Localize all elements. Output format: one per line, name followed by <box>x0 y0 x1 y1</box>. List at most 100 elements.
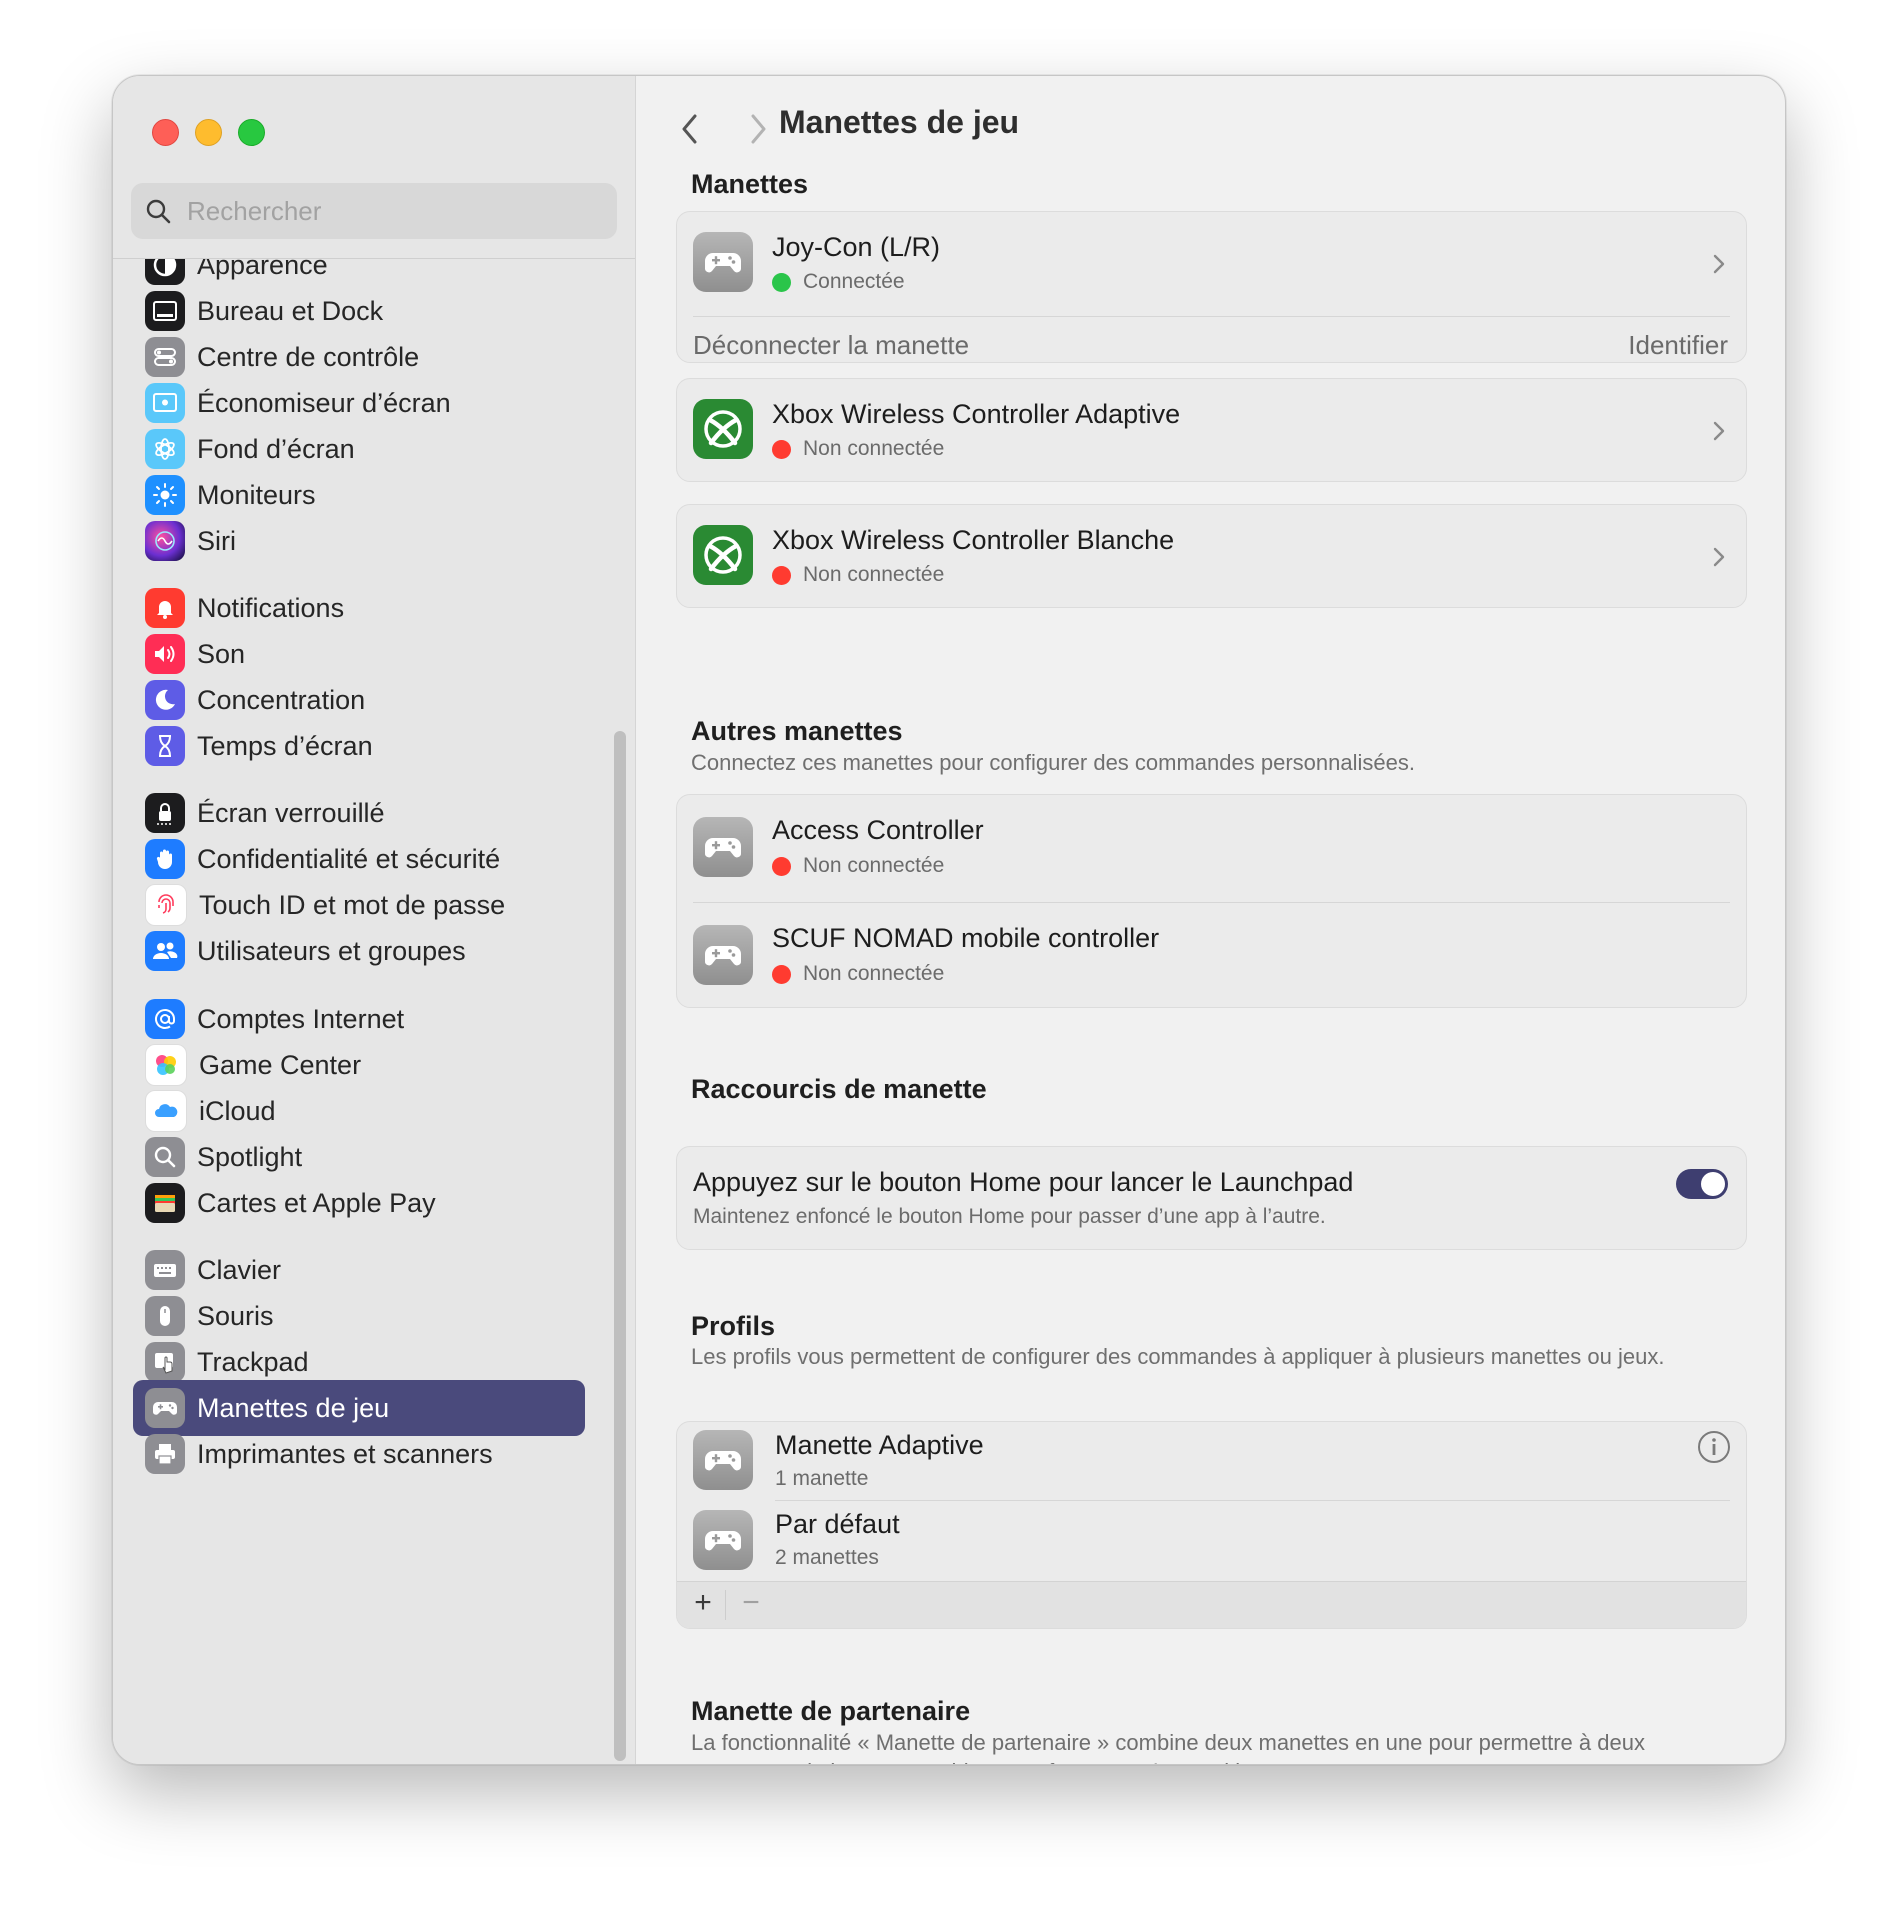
users-icon <box>145 931 185 971</box>
shortcut-card: Appuyez sur le bouton Home pour lancer l… <box>676 1146 1747 1250</box>
controller-status: Connectée <box>772 270 905 294</box>
bell-icon <box>145 588 185 628</box>
gamepad-icon <box>145 1388 185 1428</box>
button-separator <box>725 1590 726 1620</box>
keyboard-icon <box>145 1250 185 1290</box>
sidebar-item-label: Apparence <box>197 259 328 280</box>
sidebar-item-label: Game Center <box>199 1049 362 1080</box>
moon-icon <box>145 680 185 720</box>
identify-button[interactable]: Identifier <box>1628 330 1728 361</box>
minimize-window-button[interactable] <box>195 119 222 146</box>
sidebar-item-label: Utilisateurs et groupes <box>197 935 466 966</box>
sidebar-item-label: Spotlight <box>197 1141 303 1172</box>
controller-row[interactable]: Joy-Con (L/R) Connectée <box>677 212 1746 316</box>
profiles-card: Manette Adaptive 1 manette Par défaut 2 … <box>676 1421 1747 1629</box>
gamepad-icon <box>693 925 753 985</box>
section-title-manettes: Manettes <box>691 169 809 199</box>
controller-name: Joy-Con (L/R) <box>772 232 941 262</box>
disconnect-controller-button[interactable]: Déconnecter la manette <box>693 330 969 361</box>
mouse-icon <box>145 1296 185 1336</box>
sidebar-item-utilisateurs[interactable]: Utilisateurs et groupes <box>133 923 585 979</box>
sidebar-item-label: Économiseur d’écran <box>197 387 451 418</box>
search-icon <box>146 199 171 224</box>
row-separator <box>693 316 1730 317</box>
status-dot-disconnected <box>772 964 791 984</box>
dock-icon <box>145 291 185 331</box>
section-subtitle-profils: Les profils vous permettent de configure… <box>691 1344 1665 1369</box>
sidebar-item-label: Écran verrouillé <box>197 797 385 828</box>
controller-name: Xbox Wireless Controller Adaptive <box>772 399 1181 429</box>
section-title-partenaire: Manette de partenaire <box>691 1696 971 1726</box>
sidebar-item-label: Bureau et Dock <box>197 295 384 326</box>
controller-status: Non connectée <box>772 437 944 461</box>
sidebar-item-label: Trackpad <box>197 1346 309 1377</box>
magnifier-icon <box>145 1137 185 1177</box>
sidebar-item-label: Souris <box>197 1300 274 1331</box>
shortcut-title: Appuyez sur le bouton Home pour lancer l… <box>693 1167 1354 1197</box>
control-center-icon <box>145 337 185 377</box>
chevron-right-icon <box>1713 254 1725 274</box>
sidebar-scrollbar[interactable] <box>614 731 626 1761</box>
info-icon[interactable] <box>1697 1430 1731 1464</box>
search-input[interactable] <box>185 194 589 228</box>
controller-status-label: Non connectée <box>803 563 945 586</box>
sidebar-item-imprimantes[interactable]: Imprimantes et scanners <box>133 1426 585 1482</box>
toggle-knob <box>1701 1172 1725 1196</box>
hourglass-icon <box>145 726 185 766</box>
close-window-button[interactable] <box>152 119 179 146</box>
settings-window: Apparence Bureau et Dock Centre de contr… <box>112 75 1786 1765</box>
cloud-icon <box>145 1090 187 1132</box>
controller-name: SCUF NOMAD mobile controller <box>772 923 1160 953</box>
sidebar-item-label: Notifications <box>197 592 345 623</box>
at-icon <box>145 999 185 1039</box>
shortcut-subtitle: Maintenez enfoncé le bouton Home pour pa… <box>693 1205 1326 1228</box>
sidebar-item-label: Moniteurs <box>197 479 316 510</box>
speaker-icon <box>145 634 185 674</box>
profile-row[interactable]: Manette Adaptive 1 manette <box>677 1422 1746 1500</box>
profile-row[interactable]: Par défaut 2 manettes <box>677 1501 1746 1581</box>
controller-status: Non connectée <box>772 962 944 986</box>
sidebar-item-siri[interactable]: Siri <box>133 513 585 569</box>
sidebar-item-cartes-apple-pay[interactable]: Cartes et Apple Pay <box>133 1175 585 1231</box>
screensaver-icon <box>145 383 185 423</box>
gamepad-icon <box>693 817 753 877</box>
sidebar-item-label: Concentration <box>197 684 366 715</box>
controller-status-label: Non connectée <box>803 854 945 877</box>
gamepad-icon <box>693 1430 753 1490</box>
sidebar-item-label: Touch ID et mot de passe <box>199 889 506 920</box>
sidebar-item-label: Son <box>197 638 246 669</box>
other-controller-row[interactable]: Access Controller Non connectée <box>677 795 1746 902</box>
add-profile-button[interactable]: + <box>685 1586 721 1620</box>
sidebar-item-label: Confidentialité et sécurité <box>197 843 501 874</box>
status-dot-connected <box>772 272 791 292</box>
controller-name: Xbox Wireless Controller Blanche <box>772 525 1175 555</box>
xbox-logo-icon <box>693 525 753 585</box>
fingerprint-icon <box>145 884 187 926</box>
search-field[interactable] <box>131 183 617 239</box>
status-dot-disconnected <box>772 856 791 876</box>
controller-status: Non connectée <box>772 563 944 587</box>
controller-status-label: Non connectée <box>803 962 945 985</box>
status-dot-disconnected <box>772 439 791 459</box>
controller-card-xbox-blanche[interactable]: Xbox Wireless Controller Blanche Non con… <box>676 504 1747 608</box>
gamepad-icon <box>693 1510 753 1570</box>
displays-icon <box>145 475 185 515</box>
status-dot-disconnected <box>772 565 791 585</box>
profile-name: Manette Adaptive <box>775 1430 984 1460</box>
remove-profile-button[interactable]: − <box>733 1586 769 1620</box>
other-controller-row[interactable]: SCUF NOMAD mobile controller Non connect… <box>677 903 1746 1007</box>
sidebar-list: Apparence Bureau et Dock Centre de contr… <box>113 259 635 1764</box>
section-title-profils: Profils <box>691 1311 776 1341</box>
launchpad-toggle[interactable] <box>1676 1169 1728 1199</box>
zoom-window-button[interactable] <box>238 119 265 146</box>
content-area: Manettes Joy-Con (L/R) Connectée Déconne… <box>636 76 1785 1764</box>
main-pane: Manettes de jeu Manettes Joy-Con (L/R) C… <box>636 76 1785 1764</box>
lock-icon <box>145 793 185 833</box>
sidebar-item-label: Manettes de jeu <box>197 1392 390 1423</box>
profile-name: Par défaut <box>775 1509 900 1539</box>
siri-icon <box>145 521 185 561</box>
sidebar-item-temps-ecran[interactable]: Temps d’écran <box>133 718 585 774</box>
section-subtitle-partenaire: La fonctionnalité « Manette de partenair… <box>691 1730 1645 1764</box>
controller-card-xbox-adaptive[interactable]: Xbox Wireless Controller Adaptive Non co… <box>676 378 1747 482</box>
sidebar-item-label: Fond d’écran <box>197 433 355 464</box>
